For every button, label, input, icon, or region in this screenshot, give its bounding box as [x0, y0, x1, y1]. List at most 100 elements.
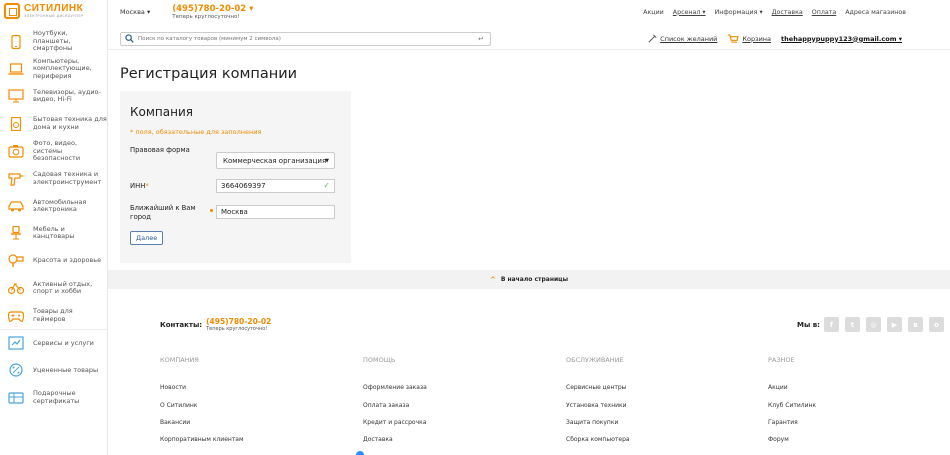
dropdown-arrow-icon: ▼	[325, 158, 329, 164]
sidebar-item-discount[interactable]: Уцененные товары	[0, 357, 107, 384]
chevron-up-icon: ^	[489, 275, 496, 284]
city-label: Ближайший к Вам город	[130, 204, 196, 221]
sidebar-item-label: Бытовая техника для дома и кухни	[33, 115, 107, 131]
phone-note: Теперь круглосуточно!	[172, 13, 240, 20]
top-link-promo[interactable]: Акции	[643, 9, 664, 16]
hairdryer-icon	[7, 253, 25, 269]
top-link-arsenal[interactable]: Арсенал ▾	[673, 9, 706, 16]
legal-form-label: Правовая форма	[130, 146, 190, 154]
sidebar-item-furniture[interactable]: Мебель и канцтовары	[0, 220, 107, 247]
footer-link[interactable]: Установка техники	[566, 402, 627, 409]
sidebar-item-label: Мебель и канцтовары	[33, 224, 75, 241]
twitter-icon[interactable]: t	[844, 317, 860, 332]
sidebar-item-photo[interactable]: Фото, видео, системы безопасности	[0, 138, 107, 165]
company-form: Компания * поля, обязательные для заполн…	[120, 91, 351, 263]
drill-icon	[7, 171, 25, 187]
logo-mark-icon	[4, 3, 20, 19]
chat-widget-icon[interactable]	[356, 451, 364, 455]
footer-link[interactable]: Доставка	[363, 436, 393, 443]
sidebar-item-garden[interactable]: Садовая техника и электроинструмент	[0, 165, 107, 192]
footer-link[interactable]: Оформление заказа	[363, 384, 427, 391]
phone-icon	[7, 34, 25, 50]
footer-phone-note: Теперь круглосуточно!	[206, 326, 268, 332]
wishlist-link[interactable]: Список желаний	[648, 34, 717, 43]
cart-link[interactable]: Корзина	[727, 34, 771, 43]
cart-icon	[728, 34, 740, 43]
chair-icon	[7, 225, 25, 241]
search-input[interactable]	[138, 35, 478, 42]
footer-column-title: Обслуживание	[566, 356, 624, 364]
sidebar-item-label: Ноутбуки, планшеты, смартфоны	[33, 29, 73, 53]
sidebar-item-tv[interactable]: Телевизоры, аудио-видео, Hi-Fi	[0, 83, 107, 110]
required-note: * поля, обязательные для заполнения	[130, 128, 262, 136]
footer-link[interactable]: Гарантия	[768, 419, 798, 426]
inn-label: ИНН*	[130, 182, 149, 190]
page-title: Регистрация компании	[120, 66, 298, 82]
tv-icon	[7, 88, 25, 104]
sidebar-item-computers[interactable]: Компьютеры, комплектующие, периферия	[0, 55, 107, 82]
city-input[interactable]: Москва	[216, 205, 335, 219]
inn-input[interactable]: 3664069397 ✓	[216, 179, 335, 193]
check-icon: ✓	[323, 181, 330, 190]
footer-link[interactable]: Кредит и рассрочка	[363, 419, 426, 426]
top-link-payment[interactable]: Оплата	[812, 9, 836, 16]
contacts-label: Контакты:	[160, 321, 203, 329]
sidebar-item-label: Подарочные сертификаты	[33, 389, 80, 405]
footer-link[interactable]: Защита покупки	[566, 419, 618, 426]
bicycle-icon	[7, 280, 25, 296]
citilink-logo[interactable]: СИТИЛИНК ЭЛЕКТРОННЫЙ ДИСКАУНТЕР	[0, 0, 107, 22]
sidebar-item-gift-cards[interactable]: Подарочные сертификаты	[0, 384, 107, 411]
back-to-top[interactable]: ^ В начало страницы	[108, 270, 950, 289]
vk-icon[interactable]: в	[907, 317, 923, 332]
facebook-icon[interactable]: f	[823, 317, 839, 332]
footer-link[interactable]: Акции	[768, 384, 788, 391]
footer-link[interactable]: Вакансии	[160, 419, 190, 426]
laptop-icon	[7, 61, 25, 77]
legal-form-select[interactable]: Коммерческая организация ▼	[216, 152, 335, 169]
youtube-icon[interactable]: ▶	[886, 317, 902, 332]
sidebar-item-sport[interactable]: Активный отдых, спорт и хобби	[0, 275, 107, 302]
top-link-delivery[interactable]: Доставка	[772, 9, 803, 16]
instagram-icon[interactable]: ◎	[865, 317, 881, 332]
sidebar-item-phones[interactable]: Ноутбуки, планшеты, смартфоны	[0, 28, 107, 55]
phone-number: (495)780-20-02 ▾	[172, 3, 254, 14]
sidebar-item-label: Активный отдых, спорт и хобби	[33, 279, 93, 296]
footer-link[interactable]: Клуб Ситилинк	[768, 402, 816, 409]
footer-column-title: Компания	[160, 356, 199, 364]
city-selector[interactable]: Москва ▾	[120, 8, 150, 16]
footer-link[interactable]: Корпоративным клиентам	[160, 436, 244, 443]
footer-column-company: Компания Новости О Ситилинк Вакансии Кор…	[160, 356, 360, 443]
account-menu[interactable]: thehappypuppy123@gmail.com ▾	[781, 35, 902, 43]
search-icon[interactable]	[125, 34, 134, 43]
social-links: Мы в: f t ◎ ▶ в o	[797, 317, 950, 332]
logo-name: СИТИЛИНК	[24, 2, 84, 14]
sidebar-item-label: Уцененные товары	[33, 365, 99, 374]
top-link-info[interactable]: Информация ▾	[715, 9, 763, 16]
top-link-stores[interactable]: Адреса магазинов	[845, 9, 906, 16]
sidebar-item-services[interactable]: Сервисы и услуги	[0, 329, 107, 356]
footer-link[interactable]: Оплата заказа	[363, 402, 409, 409]
odnoklassniki-icon[interactable]: o	[928, 317, 944, 332]
footer-phone[interactable]: (495)780-20-02	[206, 317, 271, 326]
sidebar-item-label: Телевизоры, аудио-видео, Hi-Fi	[33, 87, 101, 104]
sidebar-item-auto[interactable]: Автомобильная электроника	[0, 192, 107, 219]
header-phone[interactable]: (495)780-20-02 ▾ Теперь круглосуточно!	[172, 4, 253, 21]
enter-icon[interactable]: ↵	[478, 35, 484, 43]
footer-column-misc: Разное Акции Клуб Ситилинк Гарантия Фору…	[768, 356, 950, 443]
search-bar: ↵ Список желаний Корзина thehappypuppy12…	[108, 28, 950, 50]
footer-link[interactable]: О Ситилинк	[160, 402, 197, 409]
sidebar-item-gamers[interactable]: Товары для геймеров	[0, 302, 107, 329]
footer-link[interactable]: Сервисные центры	[566, 384, 626, 391]
footer-link[interactable]: Новости	[160, 384, 186, 391]
sidebar-item-appliances[interactable]: Бытовая техника для дома и кухни	[0, 110, 107, 137]
sidebar-item-beauty[interactable]: Красота и здоровье	[0, 247, 107, 274]
footer-link[interactable]: Сборка компьютера	[566, 436, 630, 443]
top-bar: Москва ▾ (495)780-20-02 ▾ Теперь круглос…	[108, 0, 950, 24]
footer-column-title: Помощь	[363, 356, 396, 364]
footer-link[interactable]: Форум	[768, 436, 789, 443]
top-links: Акции Арсенал ▾ Информация ▾ Доставка Оп…	[643, 9, 906, 16]
sidebar: СИТИЛИНК ЭЛЕКТРОННЫЙ ДИСКАУНТЕР Ноутбуки…	[0, 0, 108, 455]
next-button[interactable]: Далее	[130, 231, 164, 245]
required-dot-icon	[210, 209, 213, 212]
sidebar-item-label: Красота и здоровье	[33, 256, 102, 265]
